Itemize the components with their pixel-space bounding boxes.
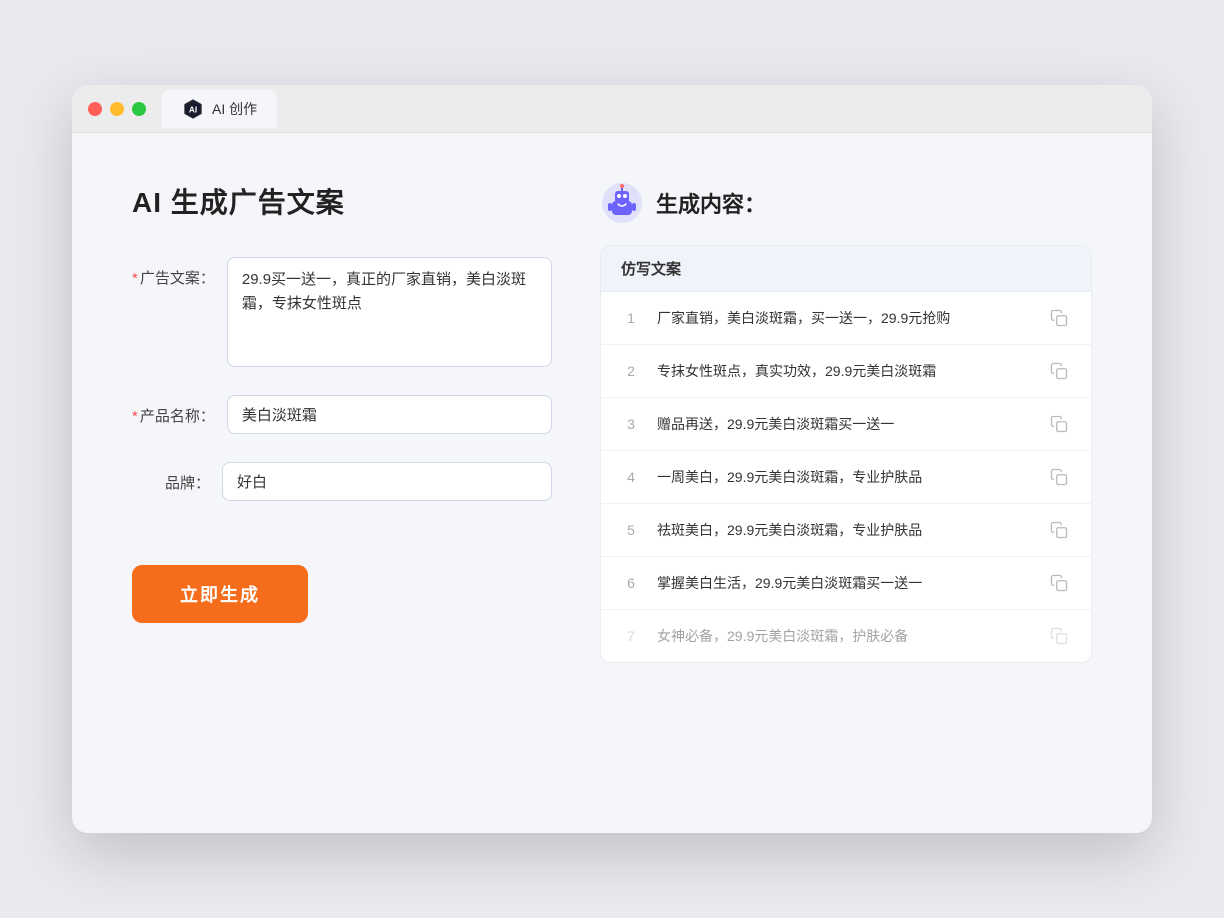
- table-row: 7 女神必备，29.9元美白淡斑霜，护肤必备: [601, 610, 1091, 662]
- main-layout: AI 生成广告文案 *广告文案： 29.9买一送一，真正的厂家直销，美白淡斑霜，…: [132, 181, 1092, 663]
- table-row: 3 赠品再送，29.9元美白淡斑霜买一送一: [601, 398, 1091, 451]
- product-name-input[interactable]: [227, 395, 552, 434]
- row-text: 掌握美白生活，29.9元美白淡斑霜买一送一: [657, 573, 1031, 594]
- required-star-ad: *: [132, 270, 138, 287]
- result-title: 生成内容：: [656, 187, 766, 219]
- table-row: 1 厂家直销，美白淡斑霜，买一送一，29.9元抢购: [601, 292, 1091, 345]
- copy-icon[interactable]: [1047, 306, 1071, 330]
- row-number: 7: [621, 628, 641, 644]
- row-number: 4: [621, 469, 641, 485]
- row-number: 5: [621, 522, 641, 538]
- copy-icon[interactable]: [1047, 571, 1071, 595]
- row-number: 2: [621, 363, 641, 379]
- row-text: 赠品再送，29.9元美白淡斑霜买一送一: [657, 414, 1031, 435]
- traffic-lights: [88, 102, 146, 116]
- row-text: 厂家直销，美白淡斑霜，买一送一，29.9元抢购: [657, 308, 1031, 329]
- table-row: 5 祛斑美白，29.9元美白淡斑霜，专业护肤品: [601, 504, 1091, 557]
- right-panel: 生成内容： 仿写文案 1 厂家直销，美白淡斑霜，买一送一，29.9元抢购 2 专抹女…: [600, 181, 1092, 663]
- table-row: 4 一周美白，29.9元美白淡斑霜，专业护肤品: [601, 451, 1091, 504]
- brand-group: 品牌：: [132, 462, 552, 501]
- row-text: 专抹女性斑点，真实功效，29.9元美白淡斑霜: [657, 361, 1031, 382]
- row-number: 3: [621, 416, 641, 432]
- result-table: 仿写文案 1 厂家直销，美白淡斑霜，买一送一，29.9元抢购 2 专抹女性斑点，真实…: [600, 245, 1092, 663]
- row-text: 祛斑美白，29.9元美白淡斑霜，专业护肤品: [657, 520, 1031, 541]
- close-button[interactable]: [88, 102, 102, 116]
- table-row: 6 掌握美白生活，29.9元美白淡斑霜买一送一: [601, 557, 1091, 610]
- result-rows-container: 1 厂家直销，美白淡斑霜，买一送一，29.9元抢购 2 专抹女性斑点，真实功效，29…: [601, 292, 1091, 662]
- copy-icon[interactable]: [1047, 624, 1071, 648]
- copy-icon[interactable]: [1047, 518, 1071, 542]
- tab-label: AI 创作: [212, 99, 257, 119]
- copy-icon[interactable]: [1047, 465, 1071, 489]
- row-text: 一周美白，29.9元美白淡斑霜，专业护肤品: [657, 467, 1031, 488]
- generate-button[interactable]: 立即生成: [132, 565, 308, 623]
- ad-copy-group: *广告文案： 29.9买一送一，真正的厂家直销，美白淡斑霜，专抹女性斑点: [132, 257, 552, 367]
- copy-icon[interactable]: [1047, 412, 1071, 436]
- brand-input[interactable]: [222, 462, 552, 501]
- table-row: 2 专抹女性斑点，真实功效，29.9元美白淡斑霜: [601, 345, 1091, 398]
- page-title: AI 生成广告文案: [132, 181, 552, 221]
- browser-titlebar: AI AI 创作: [72, 85, 1152, 133]
- brand-label: 品牌：: [132, 462, 222, 493]
- left-panel: AI 生成广告文案 *广告文案： 29.9买一送一，真正的厂家直销，美白淡斑霜，…: [132, 181, 552, 663]
- ad-copy-input[interactable]: 29.9买一送一，真正的厂家直销，美白淡斑霜，专抹女性斑点: [227, 257, 552, 367]
- minimize-button[interactable]: [110, 102, 124, 116]
- browser-window: AI AI 创作 AI 生成广告文案 *广告文案： 29.9买一送一，真正的厂家…: [72, 85, 1152, 833]
- result-header: 生成内容：: [600, 181, 1092, 225]
- row-number: 6: [621, 575, 641, 591]
- robot-icon: [600, 181, 644, 225]
- maximize-button[interactable]: [132, 102, 146, 116]
- ad-copy-label: *广告文案：: [132, 257, 227, 288]
- browser-content: AI 生成广告文案 *广告文案： 29.9买一送一，真正的厂家直销，美白淡斑霜，…: [72, 133, 1152, 833]
- ai-tab-icon: AI: [182, 98, 204, 120]
- svg-text:AI: AI: [189, 105, 197, 114]
- copy-icon[interactable]: [1047, 359, 1071, 383]
- required-star-product: *: [132, 408, 138, 425]
- row-text: 女神必备，29.9元美白淡斑霜，护肤必备: [657, 626, 1031, 647]
- product-name-group: *产品名称：: [132, 395, 552, 434]
- browser-tab[interactable]: AI AI 创作: [162, 90, 277, 128]
- result-table-header: 仿写文案: [601, 246, 1091, 292]
- row-number: 1: [621, 310, 641, 326]
- product-name-label: *产品名称：: [132, 395, 227, 426]
